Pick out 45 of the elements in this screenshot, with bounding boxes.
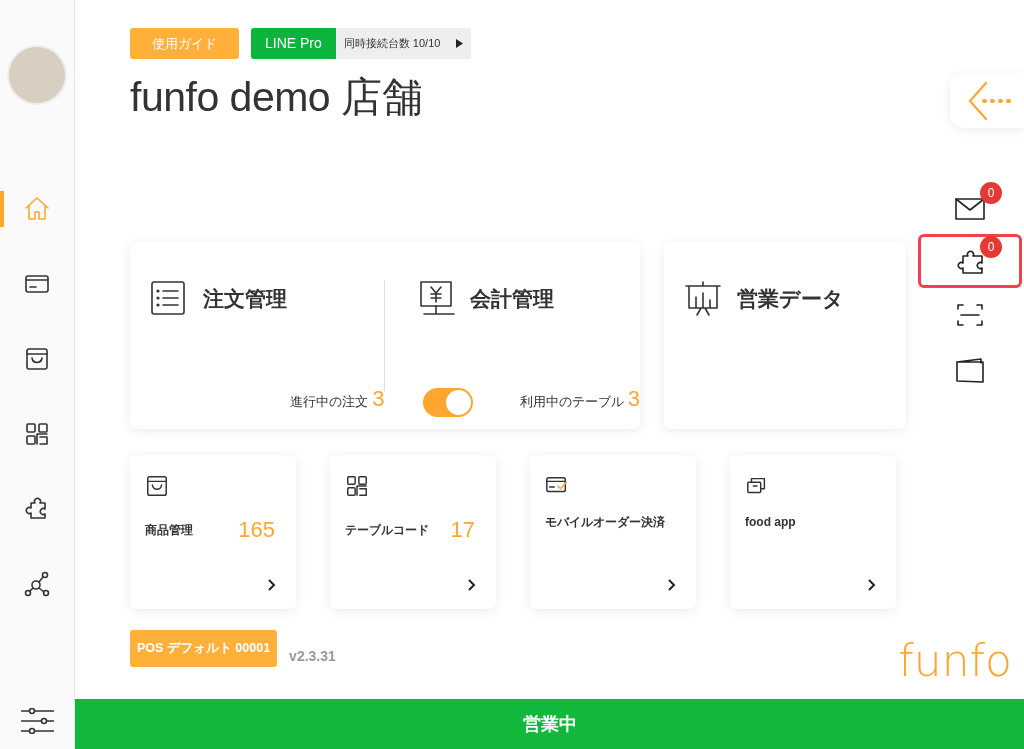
- feature-tile[interactable]: food app: [730, 455, 896, 610]
- chevron-right-icon: [466, 579, 476, 592]
- toggle-switch[interactable]: [423, 388, 474, 418]
- tile-title: food app: [745, 514, 796, 532]
- version-label: v2.3.31: [289, 647, 336, 667]
- home-icon: [24, 195, 50, 222]
- dashboard-card[interactable]: 注文管理 進行中の注文 3 会計管理 利用中のテーブル 3: [130, 242, 640, 430]
- scan-icon: [954, 301, 986, 329]
- count-label: 利用中のテーブル: [519, 393, 624, 412]
- tile-count: 17: [450, 516, 475, 545]
- tile-title: モバイルオーダー決済: [545, 514, 665, 532]
- notification-badge: 0: [980, 236, 1002, 258]
- shopping-bag-icon: [145, 473, 169, 498]
- tile-title: テーブルコード: [345, 521, 429, 539]
- wallet-icon: [954, 355, 986, 383]
- chevron-right-icon: [666, 579, 676, 592]
- dashboard-card[interactable]: 営業データ: [664, 242, 906, 430]
- count-label: 進行中の注文: [290, 393, 369, 412]
- brand-logo: funfo: [898, 635, 1012, 686]
- qr-code-icon: [345, 473, 369, 498]
- count-value: 3: [372, 385, 385, 414]
- puzzle-icon: [954, 247, 986, 275]
- card-title: 営業データ: [737, 286, 844, 313]
- settings-icon[interactable]: [20, 708, 54, 734]
- chevron-right-icon: [866, 579, 876, 592]
- device-count-button[interactable]: 同時接続台数 10/10: [335, 28, 472, 59]
- toolbar-button[interactable]: 0: [918, 180, 1022, 234]
- feature-tile[interactable]: 商品管理 165: [130, 455, 296, 610]
- presentation-chart-icon: [684, 280, 722, 319]
- store-title: funfo demo 店舗: [130, 73, 424, 122]
- notification-badge: 0: [980, 182, 1002, 204]
- play-triangle-icon: [456, 39, 464, 48]
- feature-tile[interactable]: テーブルコード 17: [330, 455, 496, 610]
- status-bar: 営業中: [75, 699, 1024, 749]
- tile-count: 165: [238, 516, 275, 545]
- network-icon: [24, 570, 50, 597]
- shopping-bag-icon: [24, 345, 50, 372]
- feature-tile[interactable]: モバイルオーダー決済: [530, 455, 696, 610]
- chevron-right-icon: [266, 579, 276, 592]
- toolbar-button[interactable]: 0: [918, 234, 1022, 288]
- qr-code-icon: [24, 420, 50, 447]
- count-value: 3: [627, 385, 640, 414]
- tile-title: 商品管理: [145, 521, 193, 539]
- card-title: 注文管理: [203, 286, 287, 313]
- card-title: 会計管理: [470, 286, 555, 313]
